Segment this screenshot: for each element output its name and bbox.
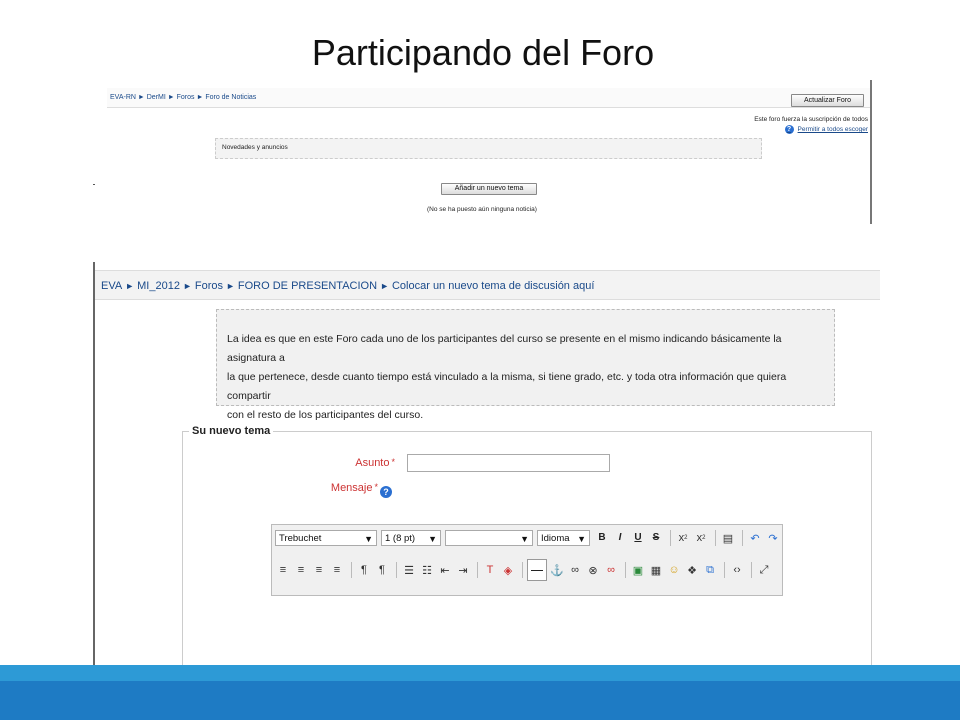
special-char-icon[interactable]: ❖ [684,562,700,578]
forum-news-screenshot: EVA-RN ► DerMI ► Foros ► Foro de Noticia… [107,80,872,224]
align-right-icon[interactable]: ≡ [311,562,327,578]
outdent-icon[interactable]: ⇤ [437,562,453,578]
new-topic-screenshot: EVA ► MI_2012 ► Foros ► FORO DE PRESENTACION ► C… [93,262,880,682]
empty-news-text: (No se ha puesto aún ninguna noticia) [427,206,537,213]
language-value: Idioma [541,533,570,544]
superscript-icon[interactable]: x2 [693,530,709,546]
breadcrumb-item-current: Colocar un nuevo tema de discusión aquí [391,280,595,292]
screenshot-edge [93,80,107,224]
chevron-down-icon: ▼ [428,534,437,544]
toolbar-divider [396,562,397,578]
toolbar-divider [751,562,752,578]
toolbar-divider [351,562,352,578]
bold-button[interactable]: B [594,530,610,546]
breadcrumb-item-forum[interactable]: FORO DE PRESENTACION [238,280,377,292]
allow-choose-link[interactable]: ? Permitir a todos escoger [784,125,868,134]
italic-button[interactable]: I [612,530,628,546]
breadcrumb-arrow-icon: ► [225,281,235,291]
footer-band [0,665,960,720]
link-icon[interactable]: ∞ [567,562,583,578]
nolink-icon[interactable]: ∞ [603,562,619,578]
undo-icon[interactable]: ↶ [747,530,763,546]
toolbar-divider [625,562,626,578]
required-mark: * [374,482,378,492]
align-justify-icon[interactable]: ≡ [329,562,345,578]
slide-title: Participando del Foro [311,32,655,73]
toolbar-divider [670,530,671,546]
anchor-icon[interactable]: ⚓ [549,562,565,578]
unlink-icon[interactable]: ⊗ [585,562,601,578]
add-topic-button[interactable]: Añadir un nuevo tema [441,183,537,195]
rtl-icon[interactable]: ¶ [374,562,390,578]
strikethrough-button[interactable]: S [648,530,664,546]
redo-icon[interactable]: ↷ [765,530,781,546]
smiley-icon[interactable]: ☺ [666,562,682,578]
align-left-icon[interactable]: ≡ [275,562,291,578]
ordered-list-icon[interactable]: ☰ [401,562,417,578]
ltr-icon[interactable]: ¶ [356,562,372,578]
help-icon[interactable]: ? [784,125,794,134]
breadcrumb[interactable]: EVA-RN ► DerMI ► Foros ► Foro de Noticia… [107,88,870,108]
chevron-down-icon: ▼ [520,534,529,544]
unordered-list-icon[interactable]: ☷ [419,562,435,578]
required-mark: * [391,457,395,467]
horizontal-rule-button[interactable] [527,559,547,581]
allow-choose-label[interactable]: Permitir a todos escoger [798,126,868,133]
breadcrumb-arrow-icon: ► [380,281,389,291]
toolbar-row-1: Trebuchet ▼ 1 (8 pt) ▼ ▼ Idioma ▼ B I U S x… [275,527,783,549]
breadcrumb-item-eva[interactable]: EVA [101,280,122,292]
subject-input[interactable] [407,454,610,472]
style-select[interactable]: ▼ [445,530,533,546]
subscription-text: Este foro fuerza la suscripción de todos [754,116,868,123]
update-forum-button[interactable]: Actualizar Foro [791,94,864,107]
fieldset-legend: Su nuevo tema [189,425,274,437]
subject-label: Asunto * [335,457,395,469]
chevron-down-icon: ▼ [364,534,373,544]
subject-label-text: Asunto [355,457,390,469]
clean-word-icon[interactable]: ▤ [720,530,736,546]
toolbar-divider [724,562,725,578]
align-center-icon[interactable]: ≡ [293,562,309,578]
intro-line: con el resto de los participantes del cu… [227,409,424,421]
search-replace-icon[interactable]: ⧉ [702,562,718,578]
subscript-icon[interactable]: x2 [675,530,691,546]
insert-table-icon[interactable]: ▦ [648,562,664,578]
html-source-icon[interactable]: ‹› [729,562,745,578]
chevron-down-icon: ▼ [577,534,586,544]
toolbar-divider [715,530,716,546]
breadcrumb-arrow-icon: ► [182,281,192,291]
intro-line: La idea es que en este Foro cada uno de … [227,333,782,364]
font-value: Trebuchet [279,533,322,544]
background-color-icon[interactable]: ◈ [500,562,516,578]
underline-button[interactable]: U [630,530,646,546]
intro-line: la que pertenece, desde cuanto tiempo es… [227,371,787,402]
message-label-text: Mensaje [330,482,373,494]
forum-intro-box: La idea es que en este Foro cada uno de … [216,309,835,421]
breadcrumb-item-forums[interactable]: Foros [195,280,223,292]
breadcrumb-arrow-icon: ► [125,281,135,291]
toolbar-divider [477,562,478,578]
fullscreen-icon[interactable]: ⤢ [756,562,772,578]
toolbar-divider [742,530,743,546]
language-select[interactable]: Idioma ▼ [537,530,590,546]
breadcrumb-item-course[interactable]: MI_2012 [137,280,180,292]
news-section-label: Novedades y anuncios [215,138,762,159]
editor-toolbar: Trebuchet ▼ 1 (8 pt) ▼ ▼ Idioma ▼ B I U S x… [271,524,783,596]
font-select[interactable]: Trebuchet ▼ [275,530,377,546]
toolbar-divider [522,562,523,578]
message-label: Mensaje * [310,482,378,494]
breadcrumb: EVA ► MI_2012 ► Foros ► FORO DE PRESENTACION ► C… [95,270,880,300]
indent-icon[interactable]: ⇥ [455,562,471,578]
text-color-icon[interactable]: T [482,562,498,578]
help-icon[interactable]: ? [380,486,392,498]
insert-image-icon[interactable]: ▣ [630,562,646,578]
footer-band-line [0,665,960,681]
size-select[interactable]: 1 (8 pt) ▼ [381,530,441,546]
toolbar-row-2: ≡ ≡ ≡ ≡ ¶ ¶ ☰ ☷ ⇤ ⇥ T ◈ ⚓ ∞ ⊗ ∞ ▣ ▦ ☺ ❖ [275,559,774,581]
size-value: 1 (8 pt) [385,533,416,544]
